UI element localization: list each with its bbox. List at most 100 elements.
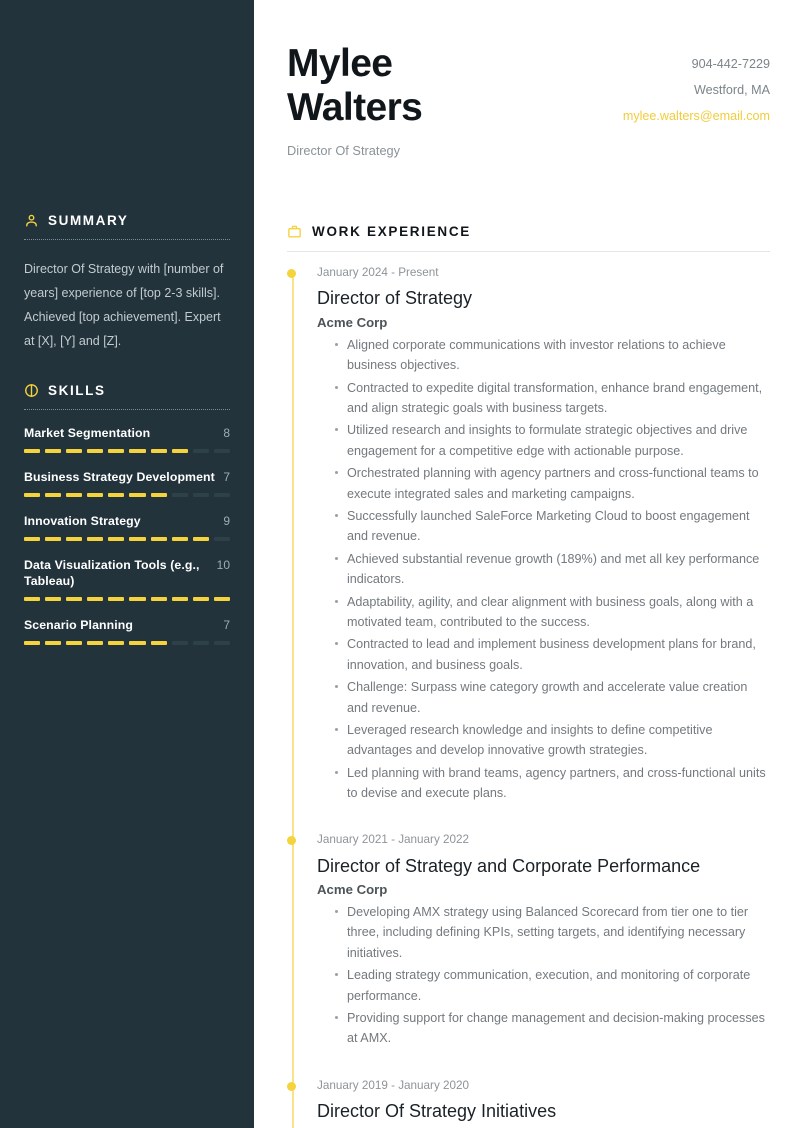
skill-score: 7 [223,469,230,484]
timeline-dot-icon [287,269,296,279]
skill-segment [108,596,125,601]
experience-item: January 2019 - January 2020 Director Of S… [287,1078,770,1128]
skill-segment [213,492,230,497]
experience-bullet: Providing support for change management … [335,1008,770,1049]
work-experience-title: WORK EXPERIENCE [312,224,472,240]
experience-item: January 2024 - Present Director of Strate… [287,266,770,804]
experience-company: Acme Corp [317,314,388,330]
experience-bullet: Led planning with brand teams, agency pa… [335,763,770,804]
experience-role: Director of Strategy and Corporate Perfo… [317,855,701,876]
skill-segment [66,536,83,541]
jobs-list: January 2024 - Present Director of Strate… [287,266,770,1128]
experience-timeline: January 2024 - Present Director of Strate… [287,266,770,1128]
skill-segment [108,492,125,497]
skill-segment [66,492,83,497]
skill-segment [171,536,188,541]
skill-rating-bar [24,448,230,453]
skill-segment [87,448,104,453]
experience-company: Acme Corp [317,882,388,897]
skill-segment [213,448,230,453]
skill-segment [192,492,209,497]
experience-bullet: Utilized research and insights to formul… [335,420,770,461]
experience-bullet: Developing AMX strategy using Balanced S… [335,902,770,963]
skill-name: Scenario Planning [24,617,133,632]
experience-bullets: Developing AMX strategy using Balanced S… [317,902,770,1049]
name-block: Mylee Walters Director Of Strategy [287,42,423,159]
skill-name: Data Visualization Tools (e.g., Tableau) [24,557,200,588]
experience-bullets: Aligned corporate communications with in… [317,335,770,804]
summary-divider [24,239,230,240]
experience-item: January 2021 - January 2022 Director of S… [287,833,770,1049]
skill-segment [87,596,104,601]
skill-segment [171,492,188,497]
experience-role: Director of Strategy [317,288,473,309]
skill-item: Market Segmentation 8 [24,426,230,453]
skill-rating-bar [24,492,230,497]
work-experience-section: WORK EXPERIENCE January 2024 - Present Di… [287,224,770,1128]
skill-segment [129,596,146,601]
work-experience-divider [287,251,770,253]
skill-header: Innovation Strategy 9 [24,514,230,530]
experience-bullet: Adaptability, agility, and clear alignme… [335,592,770,633]
skills-list: Market Segmentation 8 Business Strategy De… [24,426,230,645]
pie-chart-icon [24,383,39,398]
skill-item: Business Strategy Development 7 [24,470,230,497]
skill-segment [150,492,167,497]
experience-date: January 2019 - January 2020 [317,1078,470,1092]
resume-header: Mylee Walters Director Of Strategy 904-44… [287,42,770,158]
skill-segment [45,492,62,497]
main-column: Mylee Walters Director Of Strategy 904-44… [254,0,800,1128]
skill-segment [108,640,125,645]
sidebar: SUMMARY Director Of Strategy with [numbe… [0,0,254,1128]
skill-segment [24,640,41,645]
skill-segment [87,536,104,541]
skill-name: Market Segmentation [24,426,151,440]
skill-segment [192,448,209,453]
skill-segment [150,536,167,541]
skill-rating-bar [24,640,230,645]
skill-item: Scenario Planning 7 [24,618,230,645]
skill-segment [24,596,41,601]
resume-page: SUMMARY Director Of Strategy with [numbe… [0,0,800,1128]
experience-bullet: Challenge: Surpass wine category growth … [335,677,770,718]
person-icon [24,213,39,228]
skill-segment [129,448,146,453]
skill-segment [108,448,125,453]
skill-segment [87,492,104,497]
skill-score: 7 [223,617,230,632]
skills-divider [24,409,230,410]
page-title: Mylee Walters [287,42,423,129]
experience-date: January 2021 - January 2022 [317,833,470,847]
skills-title: SKILLS [48,382,106,398]
skill-item: Innovation Strategy 9 [24,514,230,541]
skill-segment [171,596,188,601]
header-job-title: Director Of Strategy [287,143,401,159]
experience-bullet: Orchestrated planning with agency partne… [335,463,770,504]
skill-segment [213,596,230,601]
skill-segment [192,596,209,601]
experience-bullet: Contracted to lead and implement busines… [335,634,770,675]
skill-item: Data Visualization Tools (e.g., Tableau)… [24,558,230,601]
skill-segment [45,596,62,601]
skill-segment [171,448,188,453]
skill-score: 9 [223,513,230,528]
skill-segment [129,536,146,541]
skill-segment [213,640,230,645]
skill-segment [108,536,125,541]
skill-segment [24,492,41,497]
skill-segment [45,448,62,453]
skill-segment [66,596,83,601]
skill-name: Business Strategy Development [24,469,215,484]
skill-segment [171,640,188,645]
first-name: Mylee [287,42,393,85]
timeline-dot-icon [287,836,296,846]
skill-score: 8 [223,426,230,440]
experience-bullet: Aligned corporate communications with in… [335,335,770,376]
skill-segment [66,448,83,453]
contact-email[interactable]: mylee.walters@email.com [623,104,770,130]
skill-segment [45,536,62,541]
briefcase-icon [287,224,302,239]
skill-score: 10 [216,557,230,572]
skill-header: Market Segmentation 8 [24,426,230,442]
skill-segment [129,492,146,497]
